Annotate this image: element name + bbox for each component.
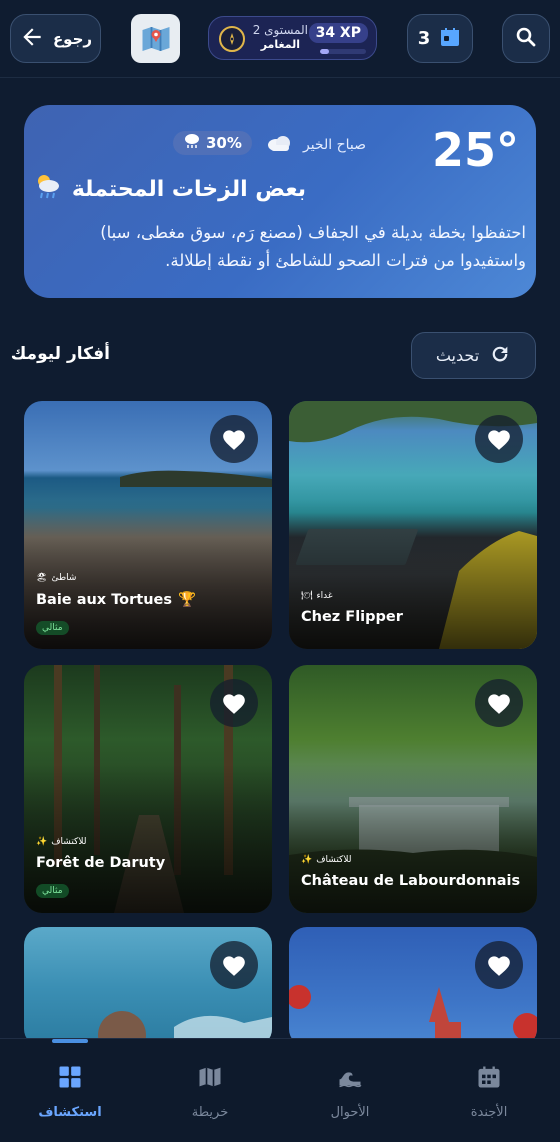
nav-label: استكشاف — [38, 1105, 102, 1120]
map-icon — [196, 1063, 224, 1095]
nav-label: الأحوال — [330, 1105, 370, 1120]
nav-item-explore[interactable]: استكشاف — [25, 1063, 115, 1120]
refresh-label: تحديث — [435, 346, 480, 365]
grid-icon — [56, 1063, 84, 1095]
compass-icon — [219, 26, 245, 52]
calendar-icon — [438, 25, 462, 53]
xp-bar — [320, 49, 366, 54]
beach-icon: 🏖 — [36, 573, 48, 583]
card-title: Chez Flipper — [301, 609, 403, 625]
calendar-button[interactable]: 3 — [407, 14, 473, 63]
calendar-count: 3 — [417, 28, 431, 49]
card-title: Forêt de Daruty — [36, 855, 165, 871]
card-category: ✨ للاكتشاف — [301, 855, 351, 865]
favorite-button[interactable] — [210, 679, 258, 727]
heart-icon — [223, 694, 245, 714]
category-label: غداء — [316, 591, 333, 601]
rain-chance-text: 30% — [206, 134, 242, 152]
bottom-nav: استكشاف خريطة الأحوال الأجندة — [0, 1038, 560, 1142]
place-card[interactable] — [289, 927, 537, 1047]
app-logo-map-icon[interactable] — [131, 14, 180, 63]
rain-chance-badge: 30% — [173, 131, 252, 155]
card-title-text: Forêt de Daruty — [36, 855, 166, 871]
card-title: Baie aux Tortues 🏆 — [36, 591, 197, 609]
card-category: 🏖 شاطئ — [36, 573, 76, 583]
card-title-text: Château de Labourdonnais — [301, 873, 521, 889]
xp-badge: 34 XP — [308, 23, 368, 43]
wave-icon — [335, 1063, 365, 1095]
place-card[interactable]: ✨ للاكتشاف Château de Labourdonnais — [289, 665, 537, 913]
nav-item-conditions[interactable]: الأحوال — [305, 1063, 395, 1120]
weather-description: احتفظوا بخطة بديلة في الجفاف (مصنع رَم، … — [100, 223, 526, 270]
place-card[interactable]: 🏖 شاطئ Baie aux Tortues 🏆 مثالي — [24, 401, 272, 649]
search-button[interactable] — [502, 14, 550, 63]
nav-item-agenda[interactable]: الأجندة — [444, 1063, 534, 1120]
ideal-badge: مثالي — [36, 884, 69, 898]
level-progress[interactable]: المستوى 2 المغامر 34 XP — [208, 16, 377, 60]
section-title: أفكار ليومك — [10, 344, 110, 364]
rain-cloud-icon — [183, 133, 201, 153]
search-icon — [514, 25, 538, 53]
refresh-icon — [489, 343, 511, 369]
favorite-button[interactable] — [475, 941, 523, 989]
temperature: 25° — [432, 123, 520, 177]
back-button[interactable]: رجوع — [10, 14, 101, 63]
greeting-text: صباح الخير — [302, 137, 366, 153]
heart-icon — [223, 956, 245, 976]
sun-rain-icon — [32, 171, 64, 207]
heart-icon — [488, 694, 510, 714]
place-card[interactable] — [24, 927, 272, 1047]
place-card[interactable]: ✨ للاكتشاف Forêt de Daruty مثالي — [24, 665, 272, 913]
xp-bar-fill — [320, 49, 330, 54]
back-label: رجوع — [52, 29, 93, 48]
card-title-text: Baie aux Tortues — [36, 591, 172, 608]
ideal-badge: مثالي — [36, 621, 69, 635]
cloud-icon — [265, 133, 293, 157]
place-card[interactable]: 🍽 غداء Chez Flipper — [289, 401, 537, 649]
card-overlay — [289, 500, 537, 649]
category-label: للاكتشاف — [51, 837, 87, 847]
card-title-text: Chez Flipper — [301, 609, 403, 625]
heart-icon — [488, 956, 510, 976]
nav-label: الأجندة — [470, 1105, 508, 1120]
weather-card: 25° صباح الخير 30% بعض الزخات المحتملة ا… — [24, 105, 536, 298]
refresh-button[interactable]: تحديث — [411, 332, 536, 379]
favorite-button[interactable] — [210, 941, 258, 989]
card-category: 🍽 غداء — [301, 591, 333, 601]
nav-item-map[interactable]: خريطة — [165, 1063, 255, 1120]
weather-title: بعض الزخات المحتملة — [32, 171, 306, 207]
sparkle-icon: ✨ — [301, 855, 313, 865]
top-bar: رجوع المستوى 2 المغامر 34 XP 3 — [0, 0, 560, 78]
heart-icon — [223, 430, 245, 450]
card-overlay — [289, 764, 537, 913]
favorite-button[interactable] — [210, 415, 258, 463]
plate-icon: 🍽 — [301, 591, 313, 601]
heart-icon — [488, 430, 510, 450]
calendar-grid-icon — [475, 1063, 503, 1095]
card-category: ✨ للاكتشاف — [36, 837, 86, 847]
sparkle-icon: ✨ — [36, 837, 48, 847]
level-label: المستوى 2 — [252, 23, 308, 37]
trophy-icon: 🏆 — [178, 592, 197, 608]
rank-label: المغامر — [260, 38, 300, 51]
nav-label: خريطة — [191, 1105, 229, 1120]
weather-title-text: بعض الزخات المحتملة — [71, 176, 306, 202]
card-title: Château de Labourdonnais — [301, 873, 520, 889]
arrow-left-icon — [19, 24, 45, 54]
category-label: شاطئ — [51, 573, 77, 583]
favorite-button[interactable] — [475, 415, 523, 463]
favorite-button[interactable] — [475, 679, 523, 727]
nav-active-indicator — [52, 1039, 88, 1043]
greeting-row: صباح الخير — [265, 133, 366, 157]
category-label: للاكتشاف — [316, 855, 352, 865]
